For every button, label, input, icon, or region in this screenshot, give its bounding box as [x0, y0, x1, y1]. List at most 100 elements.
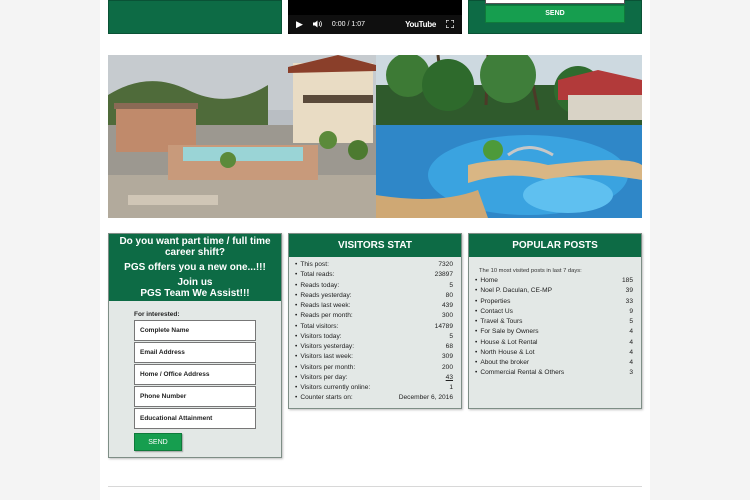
video-controls: ▶ 0:00 / 1:07 YouTube — [288, 15, 462, 34]
visitors-stat-row-label: Counter starts on: — [295, 393, 352, 403]
visitors-stat-row-label: Reads per month: — [295, 311, 352, 321]
visitors-stat-row: Visitors currently online: 1 — [295, 383, 453, 393]
popular-post-item-value: 39 — [625, 287, 633, 295]
email-field[interactable]: Email Address — [134, 342, 256, 363]
popular-posts-title: POPULAR POSTS — [469, 234, 641, 257]
popular-post-item-label[interactable]: Properties — [475, 297, 510, 307]
fullscreen-icon[interactable] — [445, 18, 455, 30]
youtube-logo[interactable]: YouTube — [405, 20, 436, 29]
popular-post-item[interactable]: Travel & Tours 5 — [475, 317, 633, 327]
popular-post-item[interactable]: About the broker 4 — [475, 358, 633, 368]
visitors-stat-row-label: Total visitors: — [295, 322, 338, 332]
visitors-stat-row-label: Visitors yesterday: — [295, 342, 354, 352]
popular-post-item-label[interactable]: House & Lot Rental — [475, 338, 537, 348]
popular-post-item-label[interactable]: Travel & Tours — [475, 317, 522, 327]
visitors-stat-row: Reads yesterday: 80 — [295, 291, 453, 301]
visitors-stat-row-value: 200 — [441, 363, 453, 371]
popular-post-item[interactable]: Contact Us 9 — [475, 307, 633, 317]
visitors-stat-row-label: Reads today: — [295, 281, 339, 291]
popular-post-item-value: 5 — [629, 318, 633, 325]
popular-posts-subtitle: The 10 most visited posts in last 7 days… — [479, 268, 582, 274]
visitors-stat-row: Visitors per day: 43 — [295, 373, 453, 383]
recruit-heading-line: PGS Team We Assist!!! — [140, 288, 250, 299]
popular-posts-list: Home185Noel P. Daculan, CE-MP39Propertie… — [469, 276, 641, 379]
visitors-stat-row-value: 309 — [441, 353, 453, 361]
visitors-stat-row-value: 14789 — [434, 322, 453, 330]
visitors-stat-row-label: Visitors per month: — [295, 363, 355, 373]
popular-post-item-label[interactable]: Noel P. Daculan, CE-MP — [475, 286, 552, 296]
recruit-heading-line: Do you want part time / full time — [119, 236, 271, 247]
top-right-widget: SEND — [468, 0, 642, 34]
visitors-stat-row-value: 5 — [449, 281, 453, 289]
popular-post-item-label[interactable]: North House & Lot — [475, 348, 534, 358]
popular-post-item-label[interactable]: Home — [475, 276, 498, 286]
visitors-stat-row: Reads per month: 300 — [295, 311, 453, 321]
visitors-stat-row-value: 5 — [449, 332, 453, 340]
visitors-stat-row-label: Reads yesterday: — [295, 291, 351, 301]
visitors-stat-row: This post: 7320 — [295, 260, 453, 270]
popular-post-item-label[interactable]: Commercial Rental & Others — [475, 368, 564, 378]
education-field[interactable]: Educational Attainment — [134, 408, 256, 429]
video-time: 0:00 / 1:07 — [331, 21, 366, 28]
popular-post-item-value: 3 — [629, 369, 633, 377]
popular-post-item-value: 4 — [629, 338, 633, 346]
visitors-stat-row: Total visitors: 14789 — [295, 322, 453, 332]
visitors-stat-row: Visitors last week: 309 — [295, 352, 453, 362]
visitors-stat-row-label: This post: — [295, 260, 329, 270]
visitors-stat-row-value: 80 — [445, 291, 453, 299]
recruit-heading-line: career shift? — [164, 247, 226, 258]
recruit-heading: Do you want part time / full time career… — [109, 234, 281, 301]
resort-photo — [108, 55, 642, 218]
popular-posts-panel: POPULAR POSTS The 10 most visited posts … — [468, 233, 642, 409]
popular-post-item-value: 4 — [629, 348, 633, 356]
visitors-stat-title: VISITORS STAT — [289, 234, 461, 257]
resort-photo-banner — [108, 55, 642, 218]
form-label: For interested: — [134, 311, 180, 318]
play-icon[interactable]: ▶ — [296, 19, 303, 30]
recruit-heading-line: PGS offers you a new one...!!! — [124, 262, 266, 273]
top-form-input[interactable] — [485, 0, 625, 4]
complete-name-field[interactable]: Complete Name — [134, 320, 256, 341]
popular-post-item-value: 4 — [629, 359, 633, 366]
visitors-stat-row-value: 1 — [449, 384, 453, 391]
recruit-panel: Do you want part time / full time career… — [108, 233, 282, 458]
visitors-stat-row-label: Visitors today: — [295, 332, 341, 342]
popular-post-item[interactable]: House & Lot Rental 4 — [475, 338, 633, 348]
popular-post-item-value: 9 — [629, 307, 633, 315]
visitors-stat-row: Visitors today: 5 — [295, 332, 453, 342]
visitors-stat-row: Counter starts on: December 6, 2016 — [295, 393, 453, 403]
visitors-stat-row-label: Visitors currently online: — [295, 383, 370, 393]
popular-post-item[interactable]: Properties 33 — [475, 297, 633, 307]
popular-post-item[interactable]: Home 185 — [475, 276, 633, 286]
popular-post-item[interactable]: For Sale by Owners 4 — [475, 327, 633, 337]
address-field[interactable]: Home / Office Address — [134, 364, 256, 385]
visitors-stat-panel: VISITORS STAT This post: 7320 Total reads:… — [288, 233, 462, 409]
footer-divider — [108, 486, 642, 487]
popular-post-item[interactable]: Noel P. Daculan, CE-MP 39 — [475, 286, 633, 296]
volume-icon[interactable] — [312, 20, 322, 30]
video-player[interactable]: ▶ 0:00 / 1:07 YouTube — [288, 0, 462, 34]
visitors-stat-row-value: 23897 — [434, 271, 453, 279]
visitors-stat-row-value: 439 — [441, 302, 453, 309]
top-left-widget — [108, 0, 282, 34]
visitors-stat-row-value: 68 — [445, 343, 453, 350]
visitors-stat-row-label: Visitors last week: — [295, 352, 353, 362]
popular-post-item-label[interactable]: For Sale by Owners — [475, 327, 538, 337]
visitors-stat-row: Visitors yesterday: 68 — [295, 342, 453, 352]
popular-post-item-label[interactable]: Contact Us — [475, 307, 513, 317]
visitors-stat-row-value: 300 — [441, 312, 453, 320]
visitors-stat-row: Total reads: 23897 — [295, 270, 453, 280]
popular-post-item[interactable]: North House & Lot 4 — [475, 348, 633, 358]
popular-post-item-value: 33 — [625, 297, 633, 305]
visitors-stat-row: Reads today: 5 — [295, 281, 453, 291]
popular-post-item-value: 4 — [629, 328, 633, 336]
visitors-stat-row-value: December 6, 2016 — [398, 394, 453, 402]
visitors-stat-row: Reads last week: 439 — [295, 301, 453, 311]
phone-field[interactable]: Phone Number — [134, 386, 256, 407]
send-button[interactable]: SEND — [134, 433, 182, 451]
popular-post-item[interactable]: Commercial Rental & Others 3 — [475, 368, 633, 378]
visitors-stat-row-label: Reads last week: — [295, 301, 350, 311]
popular-post-item-label[interactable]: About the broker — [475, 358, 529, 368]
visitors-stat-row: Visitors per month: 200 — [295, 363, 453, 373]
top-send-button[interactable]: SEND — [485, 5, 625, 23]
